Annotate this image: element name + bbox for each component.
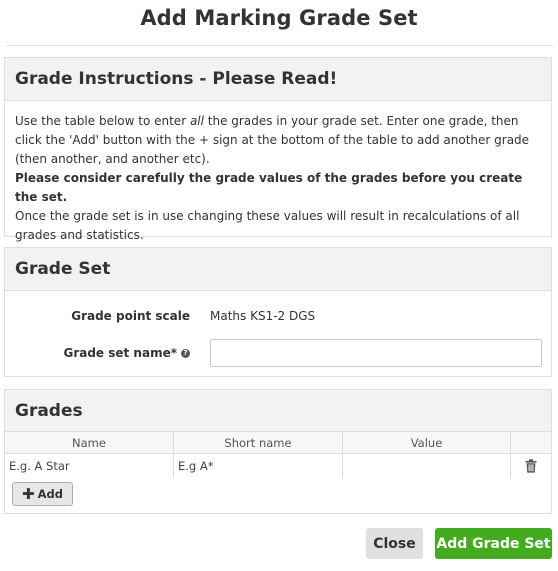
grade-short-name-input[interactable]: [174, 455, 342, 477]
instructions-note: Once the grade set is in use changing th…: [15, 209, 520, 242]
grade-set-name-label-wrap: Grade set name* ?: [5, 346, 190, 360]
title-divider: [5, 45, 553, 46]
plus-icon: ✚: [22, 485, 35, 503]
column-header-name: Name: [5, 432, 174, 454]
add-grade-set-button[interactable]: Add Grade Set: [435, 528, 552, 559]
close-button[interactable]: Close: [366, 528, 423, 559]
table-row: [5, 454, 551, 478]
instructions-panel: Grade Instructions - Please Read! Use th…: [4, 57, 552, 242]
grades-table: Name Short name Value: [5, 432, 551, 478]
point-scale-value: Maths KS1-2 DGS: [210, 309, 316, 323]
grade-value-input[interactable]: [343, 455, 510, 477]
instructions-emphasis: all: [189, 114, 204, 128]
question-circle-icon[interactable]: ?: [181, 348, 190, 358]
grade-name-input[interactable]: [5, 455, 173, 477]
grade-set-heading: Grade Set: [5, 248, 551, 291]
column-header-value: Value: [343, 432, 511, 454]
add-grade-button[interactable]: ✚ Add: [12, 482, 73, 506]
grade-set-name-row: Grade set name* ?: [5, 339, 551, 367]
grade-set-name-label: Grade set name*: [63, 346, 177, 360]
modal-title: Add Marking Grade Set: [140, 6, 418, 30]
name-cell: [5, 454, 174, 478]
point-scale-label: Grade point scale: [71, 309, 190, 323]
grades-heading: Grades: [5, 390, 551, 432]
trash-icon[interactable]: [525, 459, 537, 473]
instructions-paragraph: Use the table below to enter all the gra…: [15, 112, 541, 169]
add-grade-label: Add: [37, 487, 63, 501]
column-header-actions: [511, 432, 551, 454]
instructions-body: Use the table below to enter all the gra…: [5, 101, 551, 245]
actions-cell: [511, 454, 551, 478]
grades-panel: Grades Name Short name Value E.g. A Star…: [4, 389, 552, 514]
instructions-warning: Please consider carefully the grade valu…: [15, 171, 523, 204]
grade-set-panel: Grade Set Grade point scale Maths KS1-2 …: [4, 247, 552, 377]
column-header-short-name: Short name: [174, 432, 343, 454]
point-scale-row: Grade point scale Maths KS1-2 DGS: [5, 306, 551, 326]
short-name-cell: [174, 454, 343, 478]
value-cell: [343, 454, 511, 478]
grades-table-header: Name Short name Value: [5, 432, 551, 454]
instructions-text-1: Use the table below to enter: [15, 114, 190, 128]
instructions-heading: Grade Instructions - Please Read!: [5, 58, 551, 101]
grade-set-name-input[interactable]: [210, 339, 542, 367]
